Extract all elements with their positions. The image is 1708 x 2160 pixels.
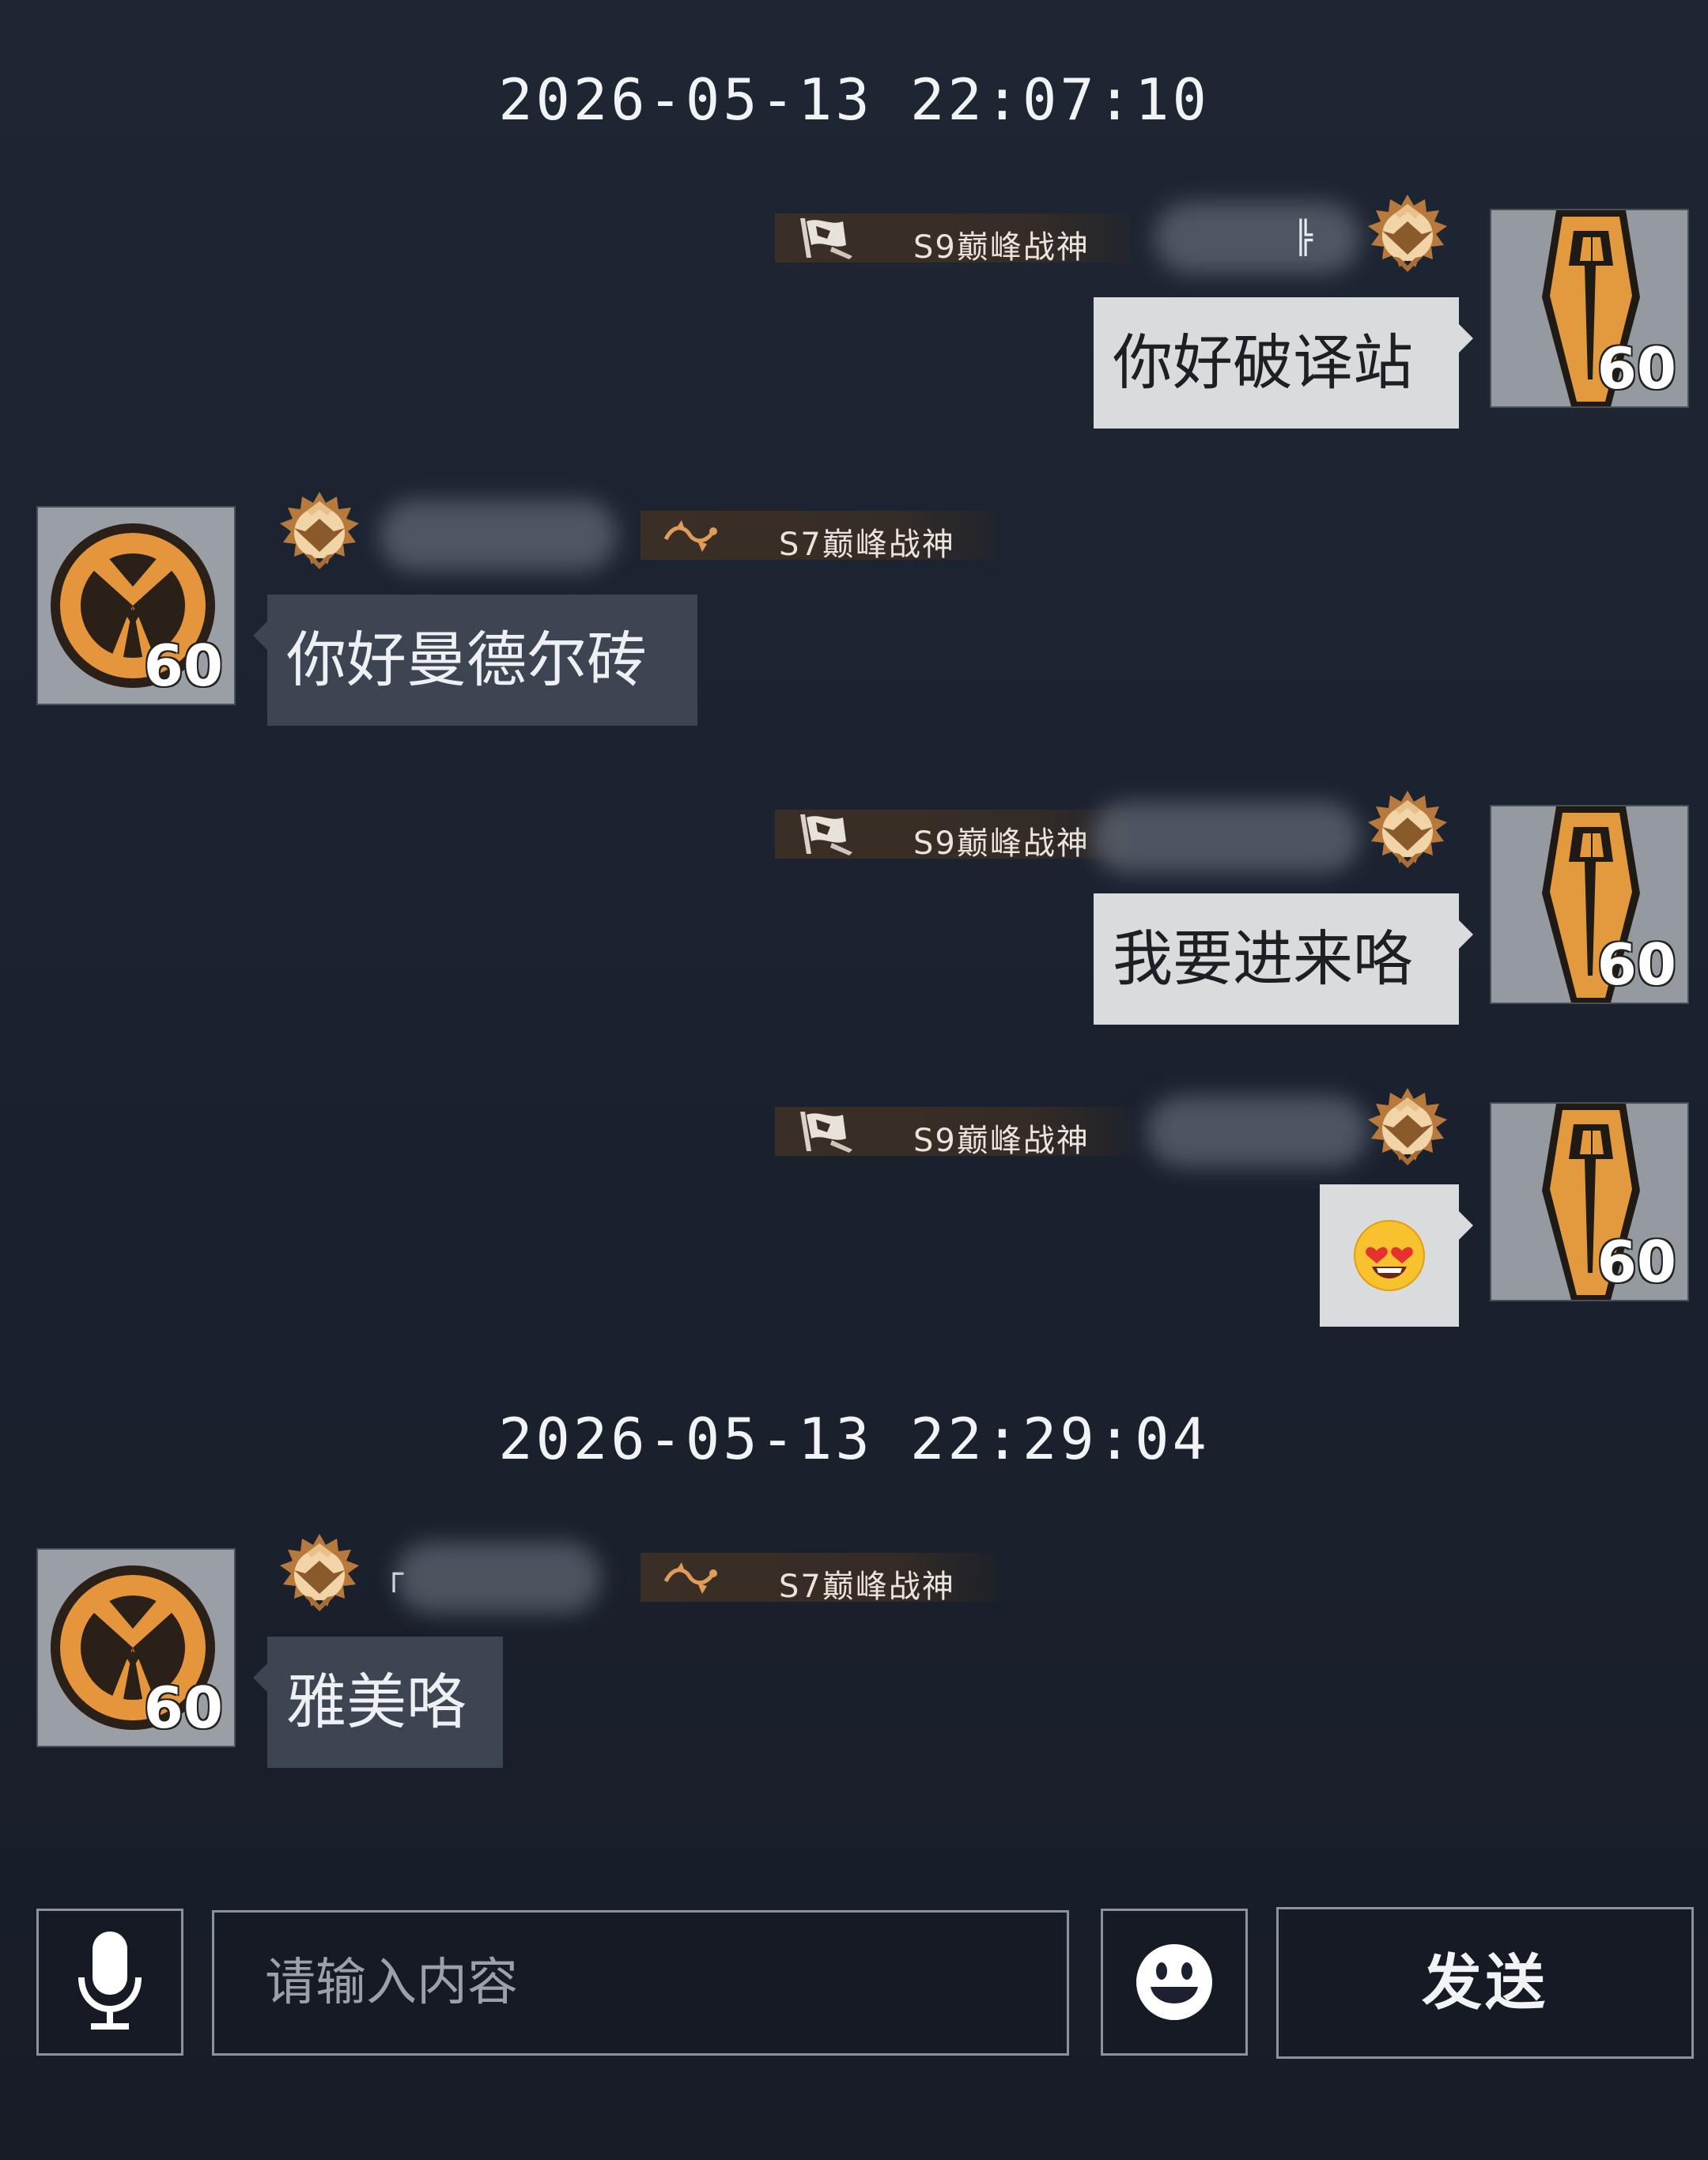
rank-title: S9巅峰战神 <box>913 1123 1090 1159</box>
rank-title: S9巅峰战神 <box>913 825 1090 862</box>
sender-name-line: S7巅峰战神 <box>364 500 1012 571</box>
rank-title-plate: S7巅峰战神 <box>640 511 996 563</box>
sender-name-obscured <box>1154 202 1360 274</box>
rank-badge-icon <box>272 487 367 582</box>
avatar[interactable]: 60 <box>1490 209 1689 408</box>
rank-badge-icon <box>1360 786 1455 881</box>
message-incoming: 60 S7巅峰战神 你好曼德尔砖 <box>0 506 1708 727</box>
flag-emblem-icon <box>795 215 859 261</box>
sender-name-line: S9巅峰战神 <box>775 802 1423 873</box>
chat-area[interactable]: 2026-05-13 22:07:10 S9巅峰战神 ╠ 你好破译站 60 60 <box>0 0 1708 1882</box>
sender-name-line: S9巅峰战神 <box>775 1096 1423 1167</box>
rank-title-plate: S9巅峰战神 <box>775 1107 1131 1159</box>
avatar-level: 60 <box>1597 1229 1676 1295</box>
voice-input-button[interactable] <box>36 1909 183 2056</box>
vine-emblem-icon <box>661 1554 724 1600</box>
rank-title-plate: S7巅峰战神 <box>640 1553 996 1605</box>
sender-name-obscured <box>380 500 617 571</box>
send-button[interactable]: 发送 <box>1276 1907 1694 2059</box>
rank-title-plate: S9巅峰战神 <box>775 213 1131 266</box>
message-outgoing: S9巅峰战神 我要进来咯 60 <box>0 805 1708 1026</box>
message-input[interactable] <box>212 1910 1069 2056</box>
vine-emblem-icon <box>661 512 724 558</box>
timestamp: 2026-05-13 22:07:10 <box>498 66 1210 133</box>
emoji-button[interactable] <box>1101 1909 1248 2056</box>
flag-emblem-icon <box>795 811 859 857</box>
rank-title: S7巅峰战神 <box>779 527 955 563</box>
rank-title-plate: S9巅峰战神 <box>775 810 1131 862</box>
sender-name-line: ┌ S7巅峰战神 <box>364 1542 1012 1613</box>
sender-name-obscured <box>1091 802 1360 873</box>
sender-name-obscured <box>395 1542 601 1613</box>
message-bubble[interactable] <box>1320 1184 1473 1327</box>
sender-name-line: S9巅峰战神 ╠ <box>775 202 1423 274</box>
avatar[interactable]: 60 <box>1490 1102 1689 1301</box>
message-bubble[interactable]: 我要进来咯 <box>1094 893 1473 1025</box>
avatar-level: 60 <box>143 633 223 699</box>
avatar-level: 60 <box>1597 931 1676 998</box>
rank-badge-icon <box>1360 190 1455 285</box>
avatar-level: 60 <box>1597 335 1676 402</box>
input-bar: 发送 <box>0 1898 1708 2087</box>
message-outgoing: S9巅峰战神 60 <box>0 1096 1708 1327</box>
smiley-icon <box>1136 1944 1212 2020</box>
avatar[interactable]: 60 <box>36 506 236 705</box>
message-bubble[interactable]: 你好破译站 <box>1094 297 1473 429</box>
sender-name-obscured <box>1147 1096 1368 1167</box>
flag-emblem-icon <box>795 1108 859 1154</box>
message-outgoing: S9巅峰战神 ╠ 你好破译站 60 <box>0 209 1708 430</box>
rank-badge-icon <box>272 1529 367 1624</box>
heart-eyes-emoji-icon <box>1354 1220 1425 1291</box>
rank-badge-icon <box>1360 1083 1455 1178</box>
rank-title: S7巅峰战神 <box>779 1569 955 1605</box>
rank-title: S9巅峰战神 <box>913 229 1090 266</box>
message-bubble[interactable]: 雅美咯 <box>253 1637 503 1768</box>
avatar-level: 60 <box>143 1675 223 1741</box>
message-bubble[interactable]: 你好曼德尔砖 <box>253 595 697 726</box>
avatar[interactable]: 60 <box>1490 805 1689 1004</box>
microphone-icon <box>78 1932 142 2030</box>
message-incoming: 60 ┌ S7巅峰战神 雅美咯 <box>0 1548 1708 1769</box>
timestamp: 2026-05-13 22:29:04 <box>498 1406 1210 1472</box>
avatar[interactable]: 60 <box>36 1548 236 1747</box>
sender-name-fragment: ╠ <box>1294 220 1313 256</box>
